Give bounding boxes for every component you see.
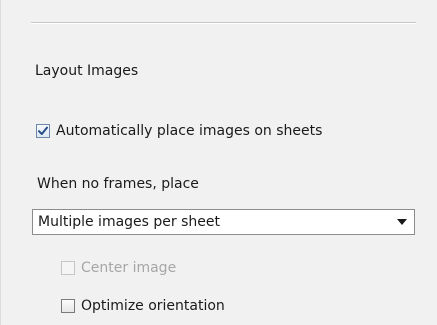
section-divider <box>31 22 416 24</box>
center-image-row: Center image <box>61 259 176 277</box>
checkmark-icon <box>38 126 48 135</box>
layout-images-panel: Layout Images Automatically place images… <box>0 0 437 325</box>
section-title: Layout Images <box>35 63 139 79</box>
placement-select-value[interactable]: Multiple images per sheet <box>38 213 390 231</box>
chevron-down-icon[interactable] <box>390 210 414 234</box>
auto-place-checkbox[interactable] <box>36 124 50 138</box>
placement-select[interactable]: Multiple images per sheet <box>32 209 415 235</box>
optimize-orientation-label[interactable]: Optimize orientation <box>81 297 225 315</box>
optimize-orientation-row[interactable]: Optimize orientation <box>61 297 225 315</box>
no-frames-label: When no frames, place <box>37 176 199 192</box>
optimize-orientation-checkbox[interactable] <box>61 299 75 313</box>
auto-place-label[interactable]: Automatically place images on sheets <box>56 122 322 140</box>
center-image-label: Center image <box>81 260 177 276</box>
auto-place-row[interactable]: Automatically place images on sheets <box>36 122 322 140</box>
center-image-checkbox <box>61 261 75 275</box>
